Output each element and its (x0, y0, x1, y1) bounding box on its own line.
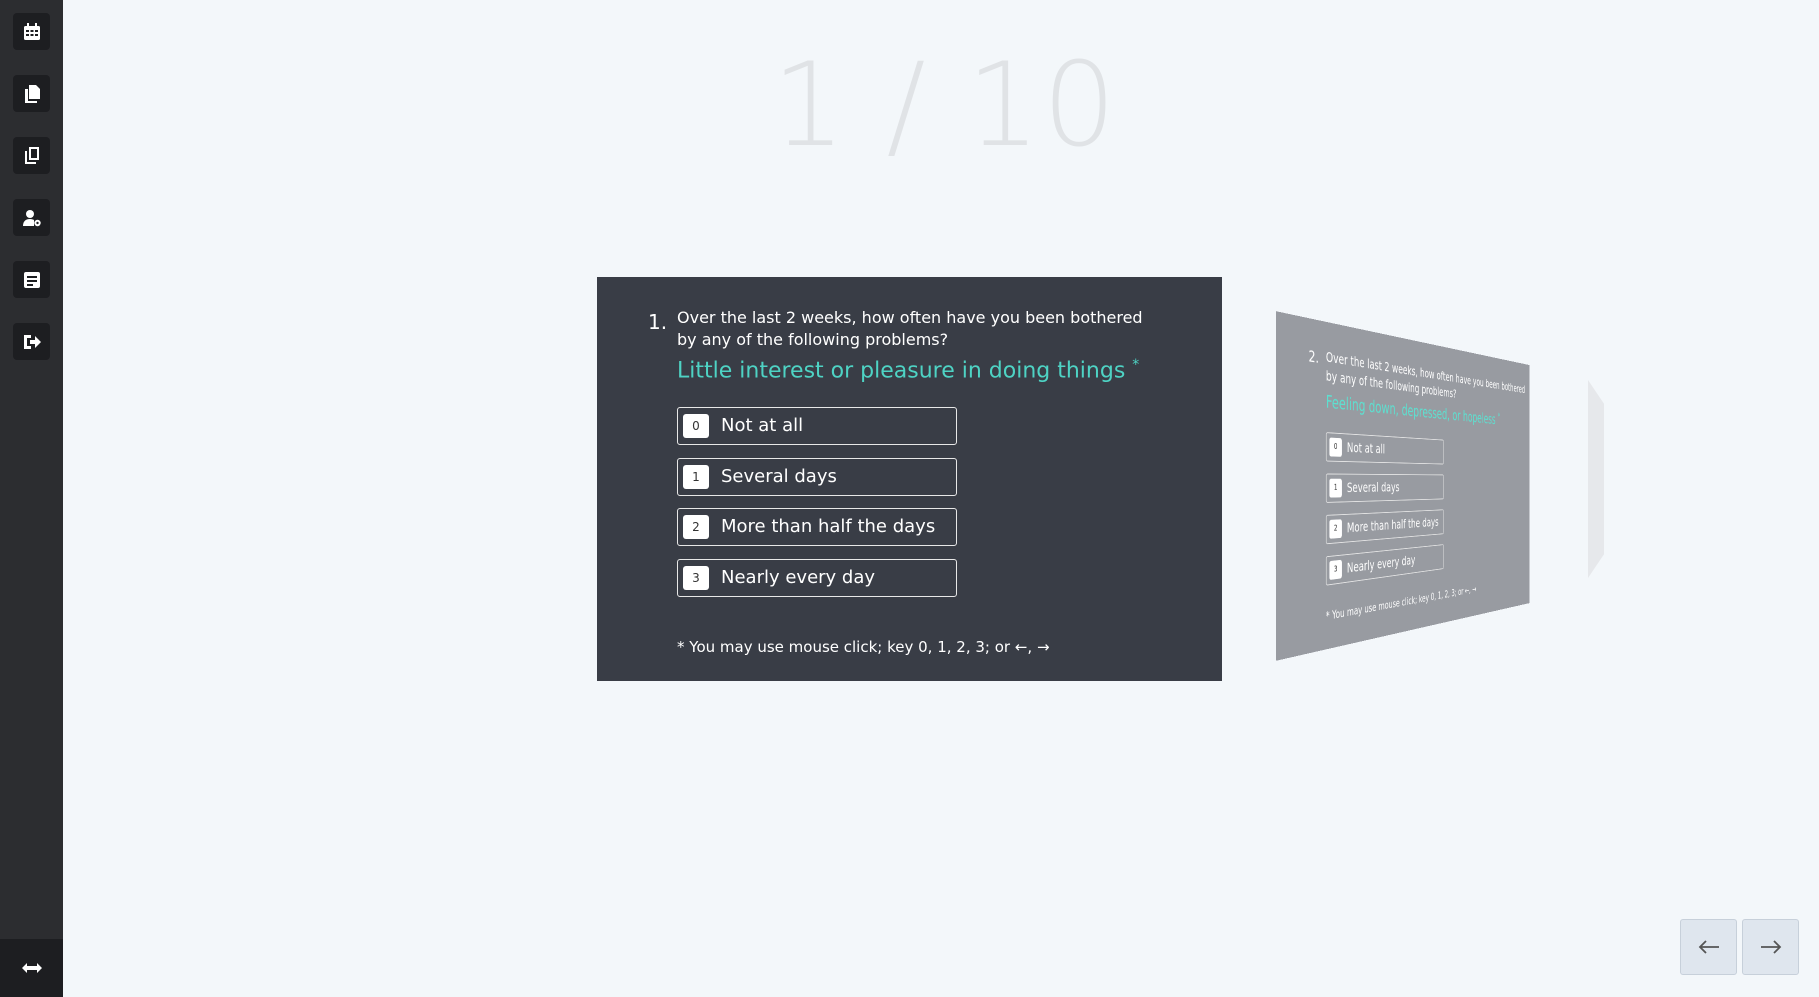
option-label: Several days (1346, 479, 1400, 496)
question-card-1: 1. Over the last 2 weeks, how often have… (597, 277, 1222, 681)
copy-icon (24, 146, 39, 164)
calendar-icon (23, 22, 40, 40)
question-number: 2. (1308, 347, 1319, 368)
expand-sidebar-button[interactable] (0, 939, 63, 997)
option-not-at-all[interactable]: 0 Not at all (1325, 432, 1444, 465)
question-item: Little interest or pleasure in doing thi… (677, 357, 1139, 383)
arrow-left-icon (1698, 940, 1719, 954)
option-label: Nearly every day (1346, 552, 1416, 576)
form-button[interactable] (13, 261, 50, 298)
next-card-wrapper: 2. Over the last 2 weeks, how often have… (1276, 280, 1600, 680)
logout-button[interactable] (13, 323, 50, 360)
option-several-days[interactable]: 1 Several days (677, 458, 957, 496)
option-label: Several days (721, 466, 837, 487)
option-more-than-half[interactable]: 2 More than half the days (1325, 509, 1444, 545)
next-button[interactable] (1742, 919, 1799, 975)
logout-icon (23, 334, 41, 349)
question-counter: 1 / 10 (700, 48, 1190, 164)
option-label: More than half the days (721, 516, 936, 537)
option-key: 1 (1329, 478, 1342, 498)
option-not-at-all[interactable]: 0 Not at all (677, 407, 957, 445)
arrow-right-icon (1760, 940, 1781, 954)
option-key: 2 (1329, 519, 1342, 539)
counter-current: 1 (771, 38, 848, 173)
copy-button[interactable] (13, 137, 50, 174)
option-label: More than half the days (1346, 514, 1439, 536)
option-key: 3 (683, 566, 709, 590)
required-mark: * (1132, 357, 1140, 373)
documents-icon (24, 84, 40, 103)
option-nearly-every-day[interactable]: 3 Nearly every day (1325, 544, 1444, 586)
user-settings-icon (22, 209, 41, 226)
keyboard-hint: * You may use mouse click; key 0, 1, 2, … (1325, 584, 1477, 624)
option-label: Nearly every day (721, 567, 876, 588)
option-key: 2 (683, 515, 709, 539)
documents-button[interactable] (13, 75, 50, 112)
form-icon (23, 271, 40, 288)
question-text: Over the last 2 weeks, how often have yo… (677, 308, 1143, 349)
option-key: 1 (683, 465, 709, 489)
future-card-edge (1588, 380, 1604, 578)
required-mark: * (1497, 411, 1501, 423)
sidebar (0, 0, 63, 997)
expand-horizontal-icon (21, 963, 42, 973)
option-more-than-half[interactable]: 2 More than half the days (677, 508, 957, 546)
question-number: 1. (648, 310, 668, 334)
question-item-text: Little interest or pleasure in doing thi… (677, 358, 1126, 384)
user-settings-button[interactable] (13, 199, 50, 236)
counter-total: 10 (966, 38, 1119, 173)
keyboard-hint: * You may use mouse click; key 0, 1, 2, … (677, 638, 1050, 656)
question-card-2[interactable]: 2. Over the last 2 weeks, how often have… (1276, 311, 1530, 661)
option-label: Not at all (1346, 439, 1386, 457)
calendar-button[interactable] (13, 13, 50, 50)
option-label: Not at all (721, 415, 804, 436)
option-nearly-every-day[interactable]: 3 Nearly every day (677, 559, 957, 597)
counter-separator: / (886, 38, 928, 173)
option-key: 0 (1329, 437, 1342, 457)
option-several-days[interactable]: 1 Several days (1325, 473, 1444, 503)
option-key: 3 (1329, 559, 1342, 580)
option-key: 0 (683, 414, 709, 438)
previous-button[interactable] (1680, 919, 1737, 975)
